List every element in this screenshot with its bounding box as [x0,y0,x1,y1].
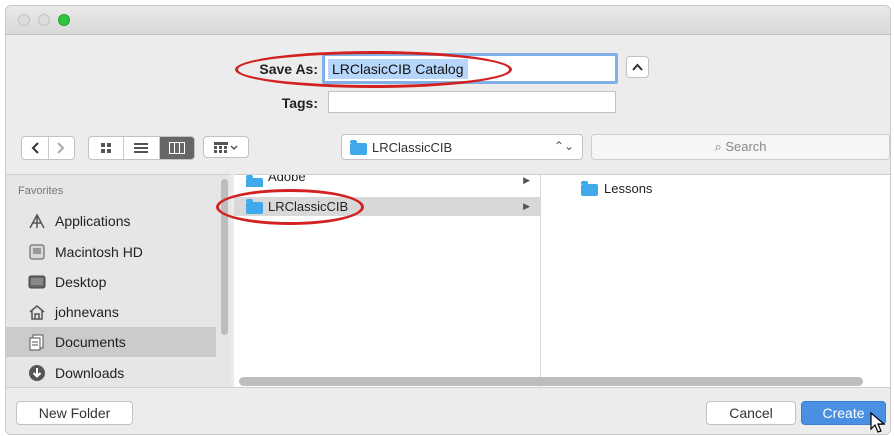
view-mode-control [88,136,195,160]
list-item-label: Adobe [268,175,306,184]
sidebar-section-favorites: Favorites [18,185,64,197]
list-item-label: Lessons [604,181,653,196]
sidebar-item-applications[interactable]: Applications [6,206,216,236]
zoom-window-button[interactable] [58,14,70,26]
folder-icon [581,181,598,196]
sidebar-item-label: Desktop [55,274,107,290]
disk-icon [27,242,47,262]
sidebar-item-label: johnevans [55,304,119,320]
search-icon: ⌕ [714,139,722,154]
folder-icon [350,140,367,155]
search-placeholder: Search [725,139,767,154]
back-button[interactable] [22,137,49,159]
chevron-left-icon [31,142,39,154]
location-popup-label: LRClassicCIB [372,140,453,155]
expand-dialog-button[interactable] [626,56,649,78]
chevron-right-icon [57,142,65,154]
disclosure-arrow-icon: ▶ [523,175,530,185]
sidebar-item-label: Documents [55,334,126,350]
new-folder-button[interactable]: New Folder [16,401,133,425]
forward-button[interactable] [49,137,75,159]
sidebar-item-label: Downloads [55,365,125,381]
chevron-up-icon [632,63,643,71]
location-popup[interactable]: LRClassicCIB ⌃⌄ [341,134,583,160]
group-menu-button[interactable] [203,136,249,158]
icon-view-icon [101,143,112,153]
mouse-pointer-icon [870,412,886,433]
search-field[interactable]: ⌕ Search [591,134,890,160]
title-bar [6,6,890,35]
documents-icon [27,332,47,352]
browser-column-2: Lessons [541,174,890,388]
sidebar-item-macintosh-hd[interactable]: Macintosh HD [6,237,216,267]
close-window-button[interactable] [18,14,30,26]
annotation-ellipse-save-as [235,51,512,88]
folder-icon [246,175,263,187]
sidebar-item-documents[interactable]: Documents [6,327,216,357]
list-view-icon [134,143,149,153]
icon-view-button[interactable] [89,137,125,159]
list-item-lessons[interactable]: Lessons [541,179,881,198]
home-icon [27,302,47,322]
sidebar-item-label: Applications [55,213,131,229]
sidebar-item-label: Macintosh HD [55,244,143,260]
list-item-adobe[interactable]: Adobe ▶ [234,175,540,187]
annotation-ellipse-folder [216,189,364,225]
column-view-button[interactable] [159,137,194,159]
group-view-icon [214,142,238,153]
sidebar-item-johnevans[interactable]: johnevans [6,297,216,327]
downloads-icon [27,363,47,383]
column-view-icon [168,142,185,154]
bottom-bar: New Folder Cancel Create [6,387,890,434]
save-dialog: Save As: LRClasicCIB Catalog Tags: LRCla… [5,5,891,435]
tags-label: Tags: [281,95,318,111]
disclosure-arrow-icon: ▶ [523,201,530,211]
minimize-window-button[interactable] [38,14,50,26]
applications-icon [27,211,47,231]
horizontal-scrollbar[interactable] [239,377,863,386]
updown-chevron-icon: ⌃⌄ [553,139,574,153]
sidebar: Favorites Applications Macintosh HD Desk… [6,174,231,388]
sidebar-item-downloads[interactable]: Downloads [6,358,216,388]
sidebar-item-desktop[interactable]: Desktop [6,267,216,297]
desktop-icon [27,272,47,292]
cancel-button[interactable]: Cancel [706,401,796,425]
back-forward-control [21,136,75,160]
tags-field[interactable] [328,91,616,113]
list-view-button[interactable] [124,137,160,159]
